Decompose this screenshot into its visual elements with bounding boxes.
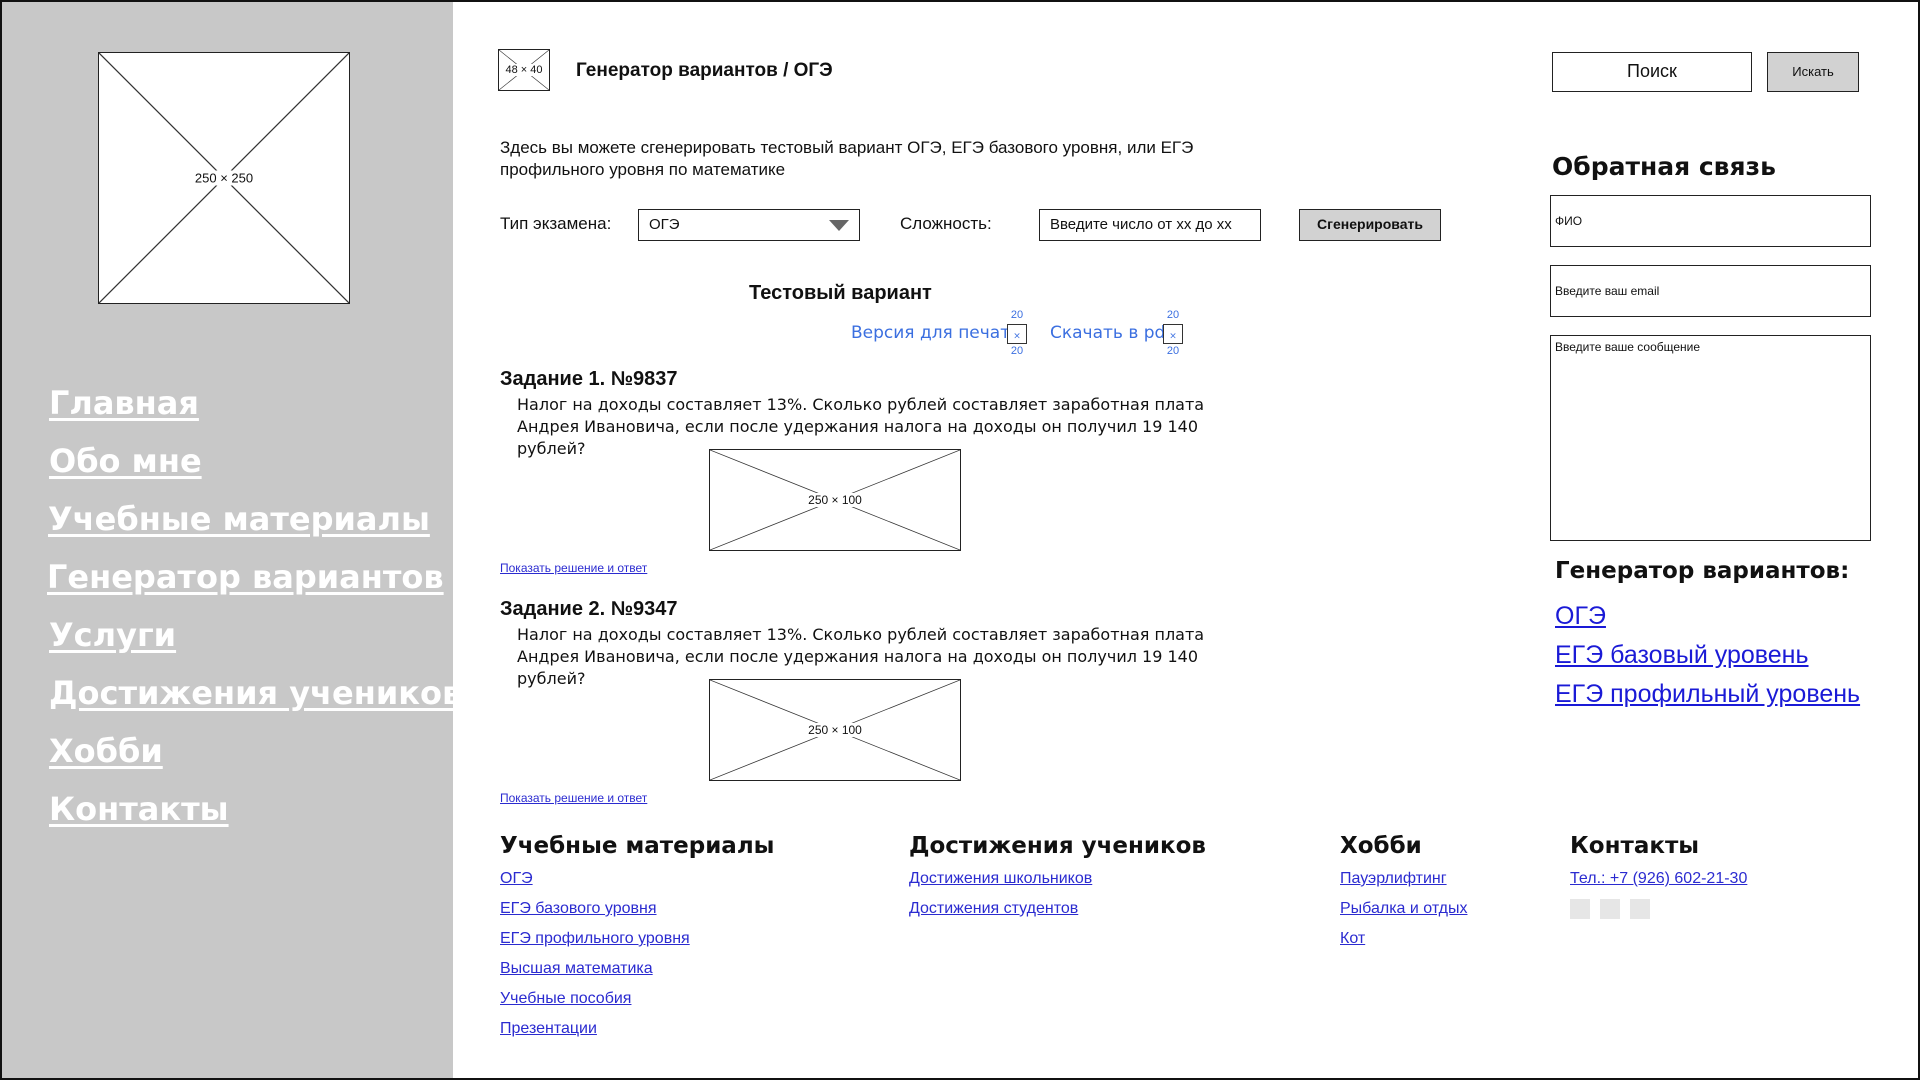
nav-contacts[interactable]: Контакты [49, 780, 462, 838]
chevron-down-icon [829, 220, 849, 231]
print-version-link[interactable]: Версия для печати [851, 323, 1021, 343]
difficulty-label: Сложность: [900, 214, 992, 233]
footer-achievements-title: Достижения учеников [909, 833, 1206, 859]
footer-link[interactable]: Рыбалка и отдых [1340, 900, 1467, 918]
footer-link[interactable]: Кот [1340, 930, 1365, 948]
print-icon[interactable]: × [1007, 324, 1027, 344]
task-2-image-placeholder: 250 × 100 [709, 679, 961, 781]
generator-link-ege-basic[interactable]: ЕГЭ базовый уровень [1555, 641, 1809, 670]
download-pdf-link[interactable]: Скачать в pdf [1050, 323, 1171, 343]
footer-link[interactable]: Достижения школьников [909, 870, 1092, 888]
generator-link-oge[interactable]: ОГЭ [1555, 602, 1606, 631]
print-icon-size-top: 20 [1010, 309, 1024, 321]
footer-contacts-title: Контакты [1570, 833, 1700, 859]
site-logo-placeholder: 250 × 250 [98, 52, 350, 304]
pdf-icon-size-top: 20 [1166, 309, 1180, 321]
sidebar: 250 × 250 Главная Обо мне Учебные матери… [2, 2, 462, 1078]
task-2-image-caption: 250 × 100 [807, 723, 863, 737]
footer-link[interactable]: ЕГЭ базового уровня [500, 900, 657, 918]
task-2-title: Задание 2. №9347 [500, 598, 678, 620]
contact-phone-link[interactable]: Тел.: +7 (926) 602-21-30 [1570, 870, 1747, 888]
search-input[interactable]: Поиск [1552, 52, 1752, 92]
difficulty-input[interactable]: Введите число от хх до хх [1039, 209, 1261, 241]
logo-caption: 250 × 250 [193, 170, 255, 186]
footer-link[interactable]: Высшая математика [500, 960, 653, 978]
variant-title: Тестовый вариант [749, 282, 932, 304]
exam-type-label: Тип экзамена: [500, 214, 612, 233]
footer-link[interactable]: Пауэрлифтинг [1340, 870, 1447, 888]
svg-text:×: × [1169, 332, 1177, 342]
generate-button[interactable]: Сгенерировать [1299, 209, 1441, 241]
svg-text:×: × [1013, 332, 1021, 342]
footer-materials-title: Учебные материалы [500, 833, 775, 859]
task-1-image-placeholder: 250 × 100 [709, 449, 961, 551]
pdf-icon-size-bottom: 20 [1166, 345, 1180, 357]
exam-type-value: ОГЭ [649, 216, 680, 233]
feedback-title: Обратная связь [1552, 152, 1776, 181]
intro-text: Здесь вы можете сгенерировать тестовый в… [500, 138, 1194, 179]
nav-services[interactable]: Услуги [49, 606, 462, 664]
exam-type-select[interactable]: ОГЭ [638, 209, 860, 241]
footer-link[interactable]: Достижения студентов [909, 900, 1078, 918]
print-icon-size-bottom: 20 [1010, 345, 1024, 357]
generator-title: Генератор вариантов: [1555, 558, 1850, 584]
social-icon[interactable] [1600, 899, 1620, 919]
social-icon[interactable] [1570, 899, 1590, 919]
page-icon-placeholder: 48 × 40 [498, 49, 550, 91]
name-field[interactable]: ФИО [1550, 195, 1871, 247]
main-nav: Главная Обо мне Учебные материалы Генера… [47, 374, 462, 838]
nav-materials[interactable]: Учебные материалы [48, 490, 462, 548]
footer-link[interactable]: ЕГЭ профильного уровня [500, 930, 690, 948]
nav-about[interactable]: Обо мне [49, 432, 462, 490]
page-icon-caption: 48 × 40 [504, 64, 544, 76]
task-1-solution-link[interactable]: Показать решение и ответ [500, 561, 647, 575]
email-field[interactable]: Введите ваш email [1550, 265, 1871, 317]
social-icon[interactable] [1630, 899, 1650, 919]
footer-link[interactable]: ОГЭ [500, 870, 533, 888]
footer-hobby-title: Хобби [1340, 833, 1422, 859]
nav-hobby[interactable]: Хобби [49, 722, 462, 780]
pdf-icon[interactable]: × [1163, 324, 1183, 344]
nav-home[interactable]: Главная [49, 374, 462, 432]
nav-achievements[interactable]: Достижения учеников [49, 664, 462, 722]
nav-generator[interactable]: Генератор вариантов [47, 548, 462, 606]
message-field[interactable]: Введите ваше сообщение [1550, 335, 1871, 541]
task-1-title: Задание 1. №9837 [500, 368, 678, 390]
task-2-solution-link[interactable]: Показать решение и ответ [500, 791, 647, 805]
footer-link[interactable]: Презентации [500, 1020, 597, 1038]
footer-link[interactable]: Учебные пособия [500, 990, 631, 1008]
generator-link-ege-profile[interactable]: ЕГЭ профильный уровень [1555, 680, 1860, 709]
task-1-image-caption: 250 × 100 [807, 493, 863, 507]
search-button[interactable]: Искать [1767, 52, 1859, 92]
breadcrumb: Генератор вариантов / ОГЭ [576, 60, 833, 81]
